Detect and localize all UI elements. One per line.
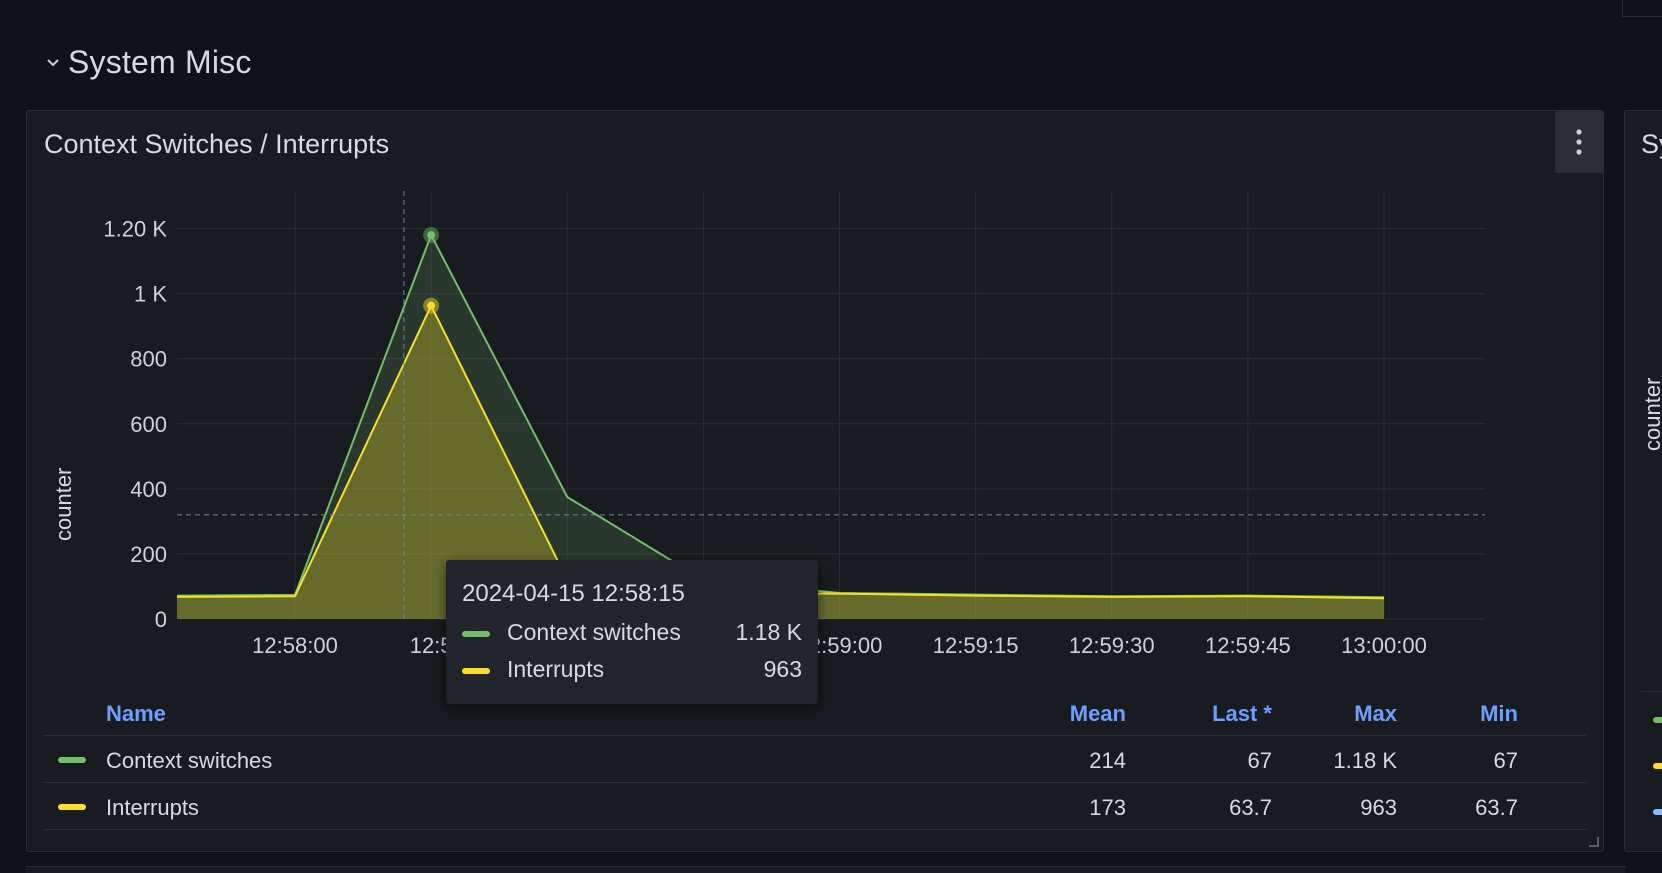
- tooltip-row: Context switches 1.18 K: [462, 618, 802, 648]
- hover-point: [427, 231, 436, 240]
- top-panel-edge: [1622, 0, 1662, 17]
- row-title: System Misc: [68, 43, 252, 80]
- legend-header-last[interactable]: Last *: [1152, 701, 1272, 727]
- next-panel-divider: [1641, 691, 1662, 692]
- series-color-swatch[interactable]: [58, 804, 86, 810]
- legend-last: 63.7: [1229, 795, 1272, 820]
- y-tick-label: 1 K: [134, 282, 167, 307]
- hover-point: [427, 301, 436, 310]
- next-panel-swatch[interactable]: [1653, 809, 1662, 815]
- tooltip-row: Interrupts 963: [462, 655, 802, 685]
- legend-header-min[interactable]: Min: [1398, 701, 1518, 727]
- tooltip-swatch: [462, 668, 490, 674]
- tooltip-series-value: 1.18 K: [735, 619, 803, 645]
- legend-min: 67: [1493, 748, 1518, 773]
- legend-header-name[interactable]: Name: [106, 701, 166, 727]
- tooltip-series-name: Interrupts: [507, 656, 605, 682]
- legend-last: 67: [1247, 748, 1272, 773]
- timeseries-panel[interactable]: Context Switches / Interrupts counter 02…: [26, 110, 1604, 852]
- next-panel-title[interactable]: Sy: [1641, 129, 1662, 160]
- y-tick-label: 200: [130, 542, 167, 567]
- series-color-swatch[interactable]: [58, 757, 86, 763]
- y-tick-label: 400: [130, 477, 167, 502]
- chevron-down-icon[interactable]: [44, 53, 62, 71]
- legend-series-name[interactable]: Context switches: [106, 748, 272, 774]
- y-tick-label: 0: [155, 607, 167, 632]
- y-tick-label: 800: [130, 347, 167, 372]
- legend-max: 963: [1360, 795, 1397, 820]
- x-tick-label: 12:59:45: [1205, 633, 1291, 658]
- legend-table: Name Mean Last * Max Min Context switche…: [44, 691, 1586, 830]
- row-header[interactable]: System Misc: [44, 42, 252, 82]
- chart-tooltip: 2024-04-15 12:58:15 Context switches 1.1…: [446, 560, 818, 704]
- next-panel[interactable]: Sy counter: [1624, 110, 1662, 852]
- x-tick-label: 12:59:15: [933, 633, 1019, 658]
- tooltip-swatch: [462, 631, 490, 637]
- x-tick-label: 13:00:00: [1341, 633, 1427, 658]
- y-tick-label: 600: [130, 412, 167, 437]
- tooltip-series-value: 963: [763, 656, 802, 682]
- legend-series-name[interactable]: Interrupts: [106, 795, 199, 821]
- legend-row-context-switches[interactable]: Context switches 214 67 1.18 K 67: [44, 736, 1586, 783]
- x-tick-label: 12:58:00: [252, 633, 338, 658]
- next-panel-swatch[interactable]: [1653, 717, 1662, 723]
- legend-mean: 173: [1089, 795, 1126, 820]
- legend-max: 1.18 K: [1333, 748, 1397, 773]
- x-tick-label: 12:59:30: [1069, 633, 1155, 658]
- y-tick-label: 1.20 K: [103, 217, 167, 242]
- tooltip-time: 2024-04-15 12:58:15: [462, 580, 685, 607]
- legend-min: 63.7: [1475, 795, 1518, 820]
- legend-row-interrupts[interactable]: Interrupts 173 63.7 963 63.7: [44, 783, 1586, 830]
- tooltip-series-name: Context switches: [507, 619, 681, 645]
- next-panel-swatch[interactable]: [1653, 763, 1662, 769]
- legend-mean: 214: [1089, 748, 1126, 773]
- legend-header-mean[interactable]: Mean: [1006, 701, 1126, 727]
- legend-header-max[interactable]: Max: [1277, 701, 1397, 727]
- panel-resize-handle[interactable]: [1589, 837, 1599, 847]
- next-panel-y-axis-label: counter: [1640, 377, 1662, 451]
